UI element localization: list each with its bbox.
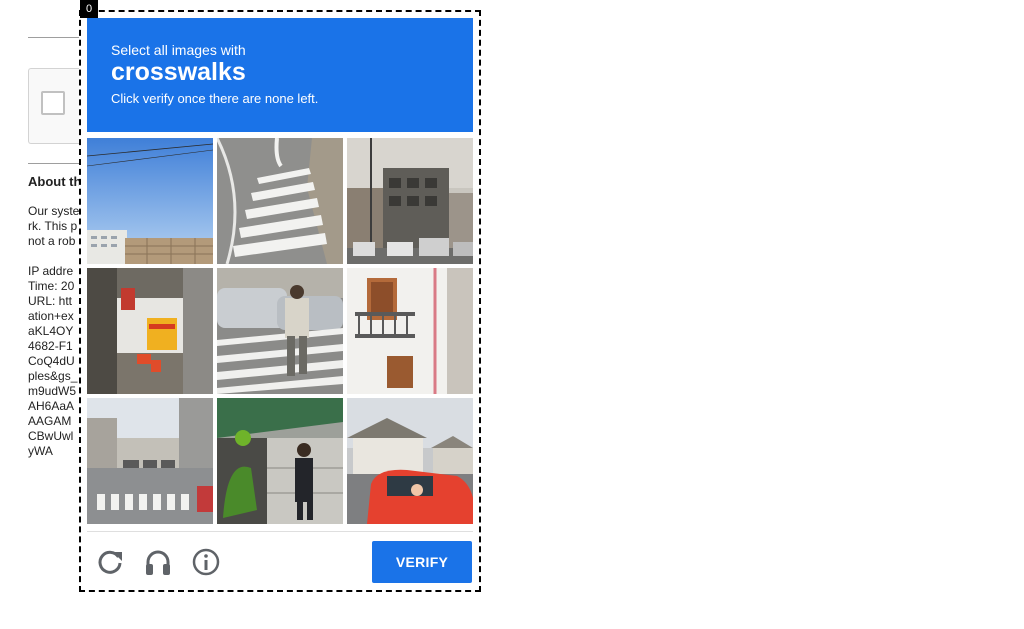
image-tile-2[interactable] [217,138,343,264]
image-tile-3[interactable] [347,138,473,264]
footer-divider [87,531,473,532]
audio-icon[interactable] [142,546,174,578]
image-tile-9[interactable] [347,398,473,524]
image-tile-1[interactable] [87,138,213,264]
detail-line: CoQ4dU [28,354,75,368]
image-tile-6[interactable] [347,268,473,394]
challenge-header: Select all images with crosswalks Click … [87,18,473,132]
body-line: Our syste [28,204,80,218]
detail-line: CBwUwl [28,429,74,443]
challenge-keyword: crosswalks [111,58,246,86]
detail-line: AAGAM [28,414,72,428]
detail-line: AH6AaA [28,399,75,413]
detail-line: yWA [28,444,53,458]
verify-button[interactable]: VERIFY [372,541,472,583]
info-icon[interactable] [190,546,222,578]
body-line: not a rob [28,234,76,248]
detail-line: Time: 20 [28,279,75,293]
image-tile-7[interactable] [87,398,213,524]
about-heading: About th [28,174,82,189]
image-tile-4[interactable] [87,268,213,394]
detail-line: ples&gs_ [28,369,78,383]
image-tile-8[interactable] [217,398,343,524]
not-robot-checkbox[interactable] [41,91,65,115]
detail-line: IP addre [28,264,74,278]
detail-line: aKL4OY [28,324,74,338]
image-tile-5[interactable] [217,268,343,394]
instruction-subtext: Click verify once there are none left. [111,91,319,106]
body-line: rk. This p [28,219,78,233]
instruction-text: Select all images with [111,42,246,58]
detail-line: 4682-F1 [28,339,73,353]
detail-line: URL: htt [28,294,73,308]
detail-line: ation+ex [28,309,74,323]
reload-icon[interactable] [94,546,126,578]
frame-index-badge: 0 [80,0,98,18]
detail-line: m9udW5 [28,384,77,398]
